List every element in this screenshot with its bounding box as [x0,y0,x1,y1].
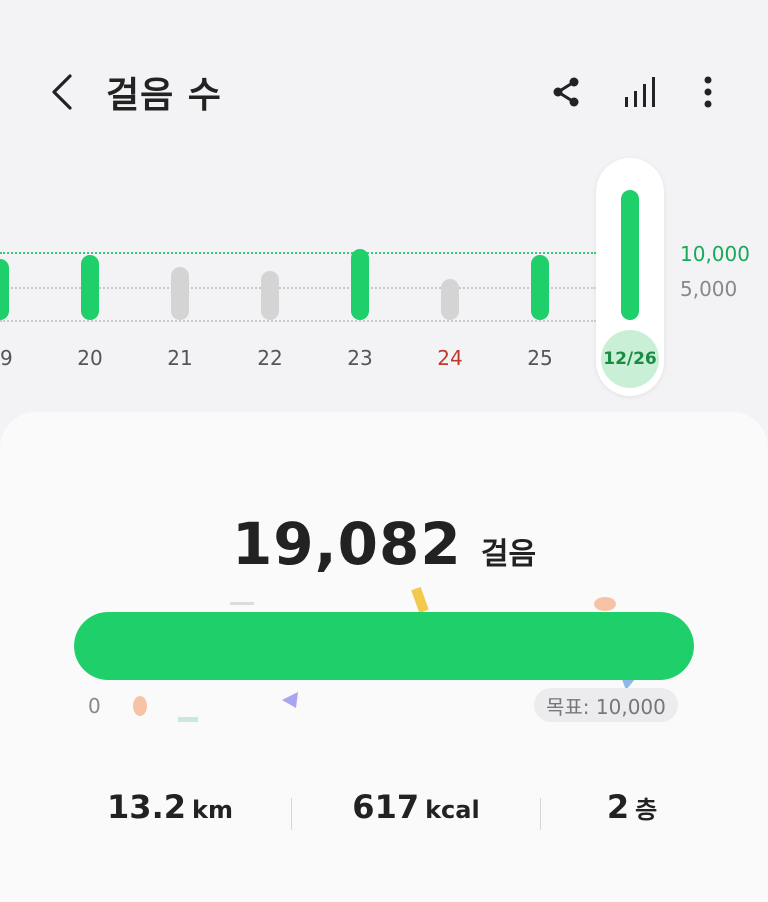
chart-bar[interactable] [261,271,279,320]
steps-unit: 걸음 [480,537,537,572]
share-icon [553,77,579,107]
back-button[interactable] [40,68,84,116]
floors-value: 2 [606,788,630,826]
y-tick-label-5000: 5,000 [680,277,738,301]
calories-value: 617 [352,788,420,826]
page-title: 걸음 수 [106,75,222,116]
x-tick-label[interactable]: 20 [60,346,120,370]
chart-bar[interactable] [621,190,639,320]
steps-progress-fill [74,612,694,680]
y-tick-label-10000: 10,000 [680,242,750,266]
chart-bar[interactable] [441,279,459,320]
steps-chart: 19 20 21 22 23 24 25 12/26 10,000 5,000 [0,150,768,410]
goal-badge: 목표: 10,000 [534,688,678,722]
distance-stat: 13.2 km [42,788,298,826]
steps-total: 19,082 걸음 [0,510,768,578]
x-tick-label[interactable]: 23 [330,346,390,370]
progress-start-label: 0 [88,694,101,718]
steps-count: 19,082 [231,510,462,578]
bar-chart-icon [625,77,655,107]
floors-stat: 2층 [504,788,760,826]
x-tick-label[interactable]: 22 [240,346,300,370]
distance-unit: km [191,796,233,824]
chart-bar[interactable] [351,248,369,320]
share-button[interactable] [544,70,588,114]
x-tick-label[interactable]: 24 [420,346,480,370]
baseline [0,320,596,322]
distance-value: 13.2 [107,788,186,826]
goal-line [0,252,596,254]
stats-row: 13.2 km 617 kcal 2층 [0,788,768,848]
chart-bar[interactable] [171,266,189,320]
x-tick-label[interactable]: 21 [150,346,210,370]
chart-bar[interactable] [531,255,549,320]
selected-date-label[interactable]: 12/26 [601,330,659,388]
x-tick-label[interactable]: 19 [0,346,30,370]
chart-bar[interactable] [0,258,9,320]
steps-progress-bar [74,612,694,680]
more-options-button[interactable] [686,70,730,114]
back-icon [52,74,72,110]
trends-button[interactable] [618,70,662,114]
more-icon [704,76,712,108]
x-tick-label[interactable]: 25 [510,346,570,370]
floors-unit: 층 [635,796,658,824]
summary-card: 19,082 걸음 0 목표: 10,000 13.2 km 617 kcal 2층 [0,412,768,902]
chart-bar[interactable] [81,255,99,320]
calories-unit: kcal [425,796,480,824]
